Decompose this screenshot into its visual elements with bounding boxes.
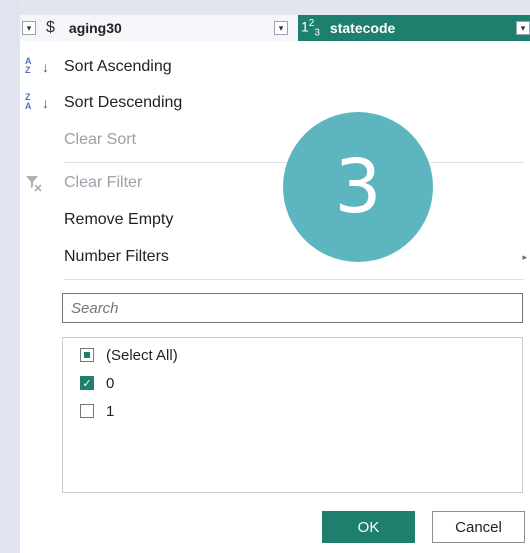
number-filters-item[interactable]: Number Filters ▸ (20, 240, 530, 274)
currency-type-icon: $ (46, 19, 55, 36)
column-name-statecode: statecode (329, 20, 396, 36)
partial-checkbox-icon[interactable] (80, 348, 94, 362)
down-arrow-icon: ↓ (42, 95, 49, 111)
list-item-label: (Select All) (106, 346, 178, 364)
submenu-arrow-icon: ▸ (522, 251, 527, 262)
whole-number-type-icon: 123 (301, 17, 320, 39)
clear-sort-item[interactable]: Clear Sort (20, 123, 530, 157)
clear-sort-label: Clear Sort (64, 131, 137, 148)
step-number-badge: 3 (283, 112, 433, 262)
cancel-button[interactable]: Cancel (432, 511, 525, 543)
column-filter-dropdown-icon[interactable]: ▾ (274, 21, 288, 35)
unchecked-checkbox-icon[interactable] (80, 404, 94, 418)
clear-filter-icon (25, 174, 43, 197)
filter-dropdown-panel: AZ ↓ Sort Ascending ZA ↓ Sort Descending… (20, 41, 530, 553)
remove-empty-item[interactable]: Remove Empty (20, 203, 530, 237)
ok-button[interactable]: OK (322, 511, 415, 543)
column-filter-dropdown-icon[interactable]: ▾ (516, 21, 530, 35)
list-item-1[interactable]: 1 (80, 399, 114, 423)
column-name-aging30: aging30 (68, 20, 122, 36)
sort-descending-label: Sort Descending (64, 94, 183, 111)
values-list[interactable]: (Select All) ✓ 0 1 (62, 337, 523, 493)
column-header-statecode[interactable]: 123 statecode ▾ (298, 15, 530, 41)
column-header-bar: ▾ $ aging30 ▾ 123 statecode ▾ (20, 15, 530, 42)
sort-ascending-label: Sort Ascending (64, 58, 172, 75)
clear-filter-item[interactable]: Clear Filter (20, 166, 530, 200)
checked-checkbox-icon[interactable]: ✓ (80, 376, 94, 390)
remove-empty-label: Remove Empty (64, 211, 174, 228)
list-item-label: 1 (106, 402, 115, 420)
list-item-0[interactable]: ✓ 0 (80, 371, 114, 395)
sort-ascending-item[interactable]: AZ ↓ Sort Ascending (20, 50, 530, 84)
down-arrow-icon: ↓ (42, 59, 49, 75)
menu-separator (64, 279, 524, 280)
sort-descending-item[interactable]: ZA ↓ Sort Descending (20, 86, 530, 120)
column-header-aging30[interactable]: ▾ $ aging30 ▾ (20, 15, 296, 41)
dropdown-arrow-icon[interactable]: ▾ (22, 21, 36, 35)
sort-ascending-icon: AZ (25, 56, 32, 75)
clear-filter-label: Clear Filter (64, 174, 143, 191)
sort-descending-icon: ZA (25, 92, 32, 111)
list-item-label: 0 (106, 374, 115, 392)
search-input[interactable] (62, 293, 523, 323)
list-item-select-all[interactable]: (Select All) (80, 343, 178, 367)
left-strip (0, 0, 20, 553)
number-filters-label: Number Filters (64, 248, 169, 265)
